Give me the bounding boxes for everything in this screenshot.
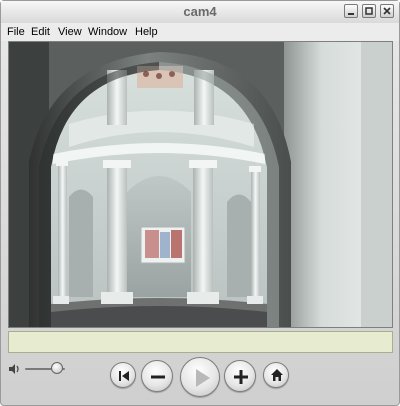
menu-view[interactable]: View [58, 26, 82, 38]
controller-bar [1, 355, 399, 405]
minimize-button[interactable] [344, 4, 358, 18]
maximize-button[interactable] [362, 4, 376, 18]
close-button[interactable] [380, 4, 394, 18]
window-title: cam4 [183, 4, 217, 19]
status-bar [8, 331, 393, 353]
minimize-icon [348, 13, 354, 15]
rotunda-scene [9, 42, 392, 327]
menu-help[interactable]: Help [135, 26, 158, 38]
zoom-out-icon [151, 375, 165, 379]
menu-window[interactable]: Window [88, 26, 127, 38]
play-icon [196, 369, 210, 387]
volume-slider-thumb[interactable] [51, 362, 63, 374]
menu-edit[interactable]: Edit [31, 26, 50, 38]
go-to-start-button[interactable] [110, 362, 136, 388]
zoom-out-button[interactable] [141, 360, 173, 392]
close-icon [383, 7, 391, 15]
home-icon [271, 369, 283, 381]
home-button[interactable] [263, 362, 289, 388]
play-button[interactable] [180, 357, 220, 397]
zoom-in-button[interactable] [224, 360, 256, 392]
panorama-viewport[interactable] [8, 41, 393, 328]
menu-bar: File Edit View Window Help [1, 23, 399, 41]
speaker-icon[interactable] [7, 362, 21, 376]
zoom-in-icon [234, 370, 248, 384]
menu-file[interactable]: File [7, 26, 25, 38]
go-to-start-icon [119, 371, 129, 381]
maximize-icon [365, 7, 373, 15]
title-bar[interactable]: cam4 [1, 1, 399, 24]
app-window: cam4 File Edit View Window Help [0, 0, 400, 406]
